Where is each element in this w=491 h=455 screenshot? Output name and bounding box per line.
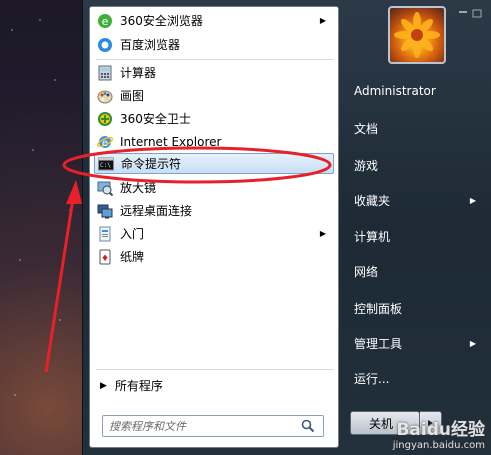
getting-started-icon bbox=[99, 226, 111, 241]
submenu-arrow-icon: ▶ bbox=[469, 196, 476, 205]
program-label: 放大镜 bbox=[120, 181, 157, 195]
ie-icon: e bbox=[97, 135, 113, 149]
program-getting-started[interactable]: 入门 ▶ bbox=[94, 223, 334, 244]
right-item-label: 网络 bbox=[354, 265, 379, 279]
flower-icon bbox=[394, 12, 440, 58]
svg-text:C:\: C:\ bbox=[100, 162, 111, 169]
search-input[interactable] bbox=[103, 418, 301, 434]
annotation-arrowhead bbox=[66, 180, 82, 204]
svg-text:e: e bbox=[102, 138, 108, 149]
menu-item-run[interactable]: 运行... bbox=[354, 370, 482, 387]
user-avatar[interactable] bbox=[388, 6, 446, 64]
calculator-icon bbox=[98, 65, 112, 80]
right-item-label: 控制面板 bbox=[354, 302, 403, 316]
right-item-label: 计算机 bbox=[354, 230, 391, 244]
programs-panel: e 360安全浏览器 ▶ 百度浏览器 计算器 画图 360安全卫士 e Inte… bbox=[89, 6, 339, 448]
menu-item-administrator[interactable]: Administrator bbox=[354, 84, 482, 98]
program-internet-explorer[interactable]: e Internet Explorer bbox=[94, 131, 334, 152]
program-label: 百度浏览器 bbox=[120, 38, 181, 52]
right-item-label: 文档 bbox=[354, 122, 379, 136]
menu-item-favorites[interactable]: 收藏夹 ▶ bbox=[354, 192, 482, 209]
program-label: 计算器 bbox=[120, 66, 157, 80]
magnifier-icon bbox=[97, 181, 113, 196]
menu-item-admin-tools[interactable]: 管理工具 ▶ bbox=[354, 335, 482, 352]
program-baidu-browser[interactable]: 百度浏览器 bbox=[94, 34, 334, 55]
cmd-icon: C:\ bbox=[98, 157, 114, 170]
baidu-browser-icon bbox=[98, 37, 112, 52]
menu-item-documents[interactable]: 文档 bbox=[354, 120, 482, 137]
menu-item-control-panel[interactable]: 控制面板 bbox=[354, 300, 482, 317]
remote-desktop-icon bbox=[97, 204, 113, 218]
right-item-label: 收藏夹 bbox=[354, 194, 391, 208]
separator bbox=[96, 369, 334, 370]
program-label: 360安全浏览器 bbox=[120, 14, 203, 28]
program-360-safe[interactable]: 360安全卫士 bbox=[94, 108, 334, 129]
program-label: 命令提示符 bbox=[121, 157, 182, 171]
solitaire-icon: ♦ bbox=[99, 249, 111, 264]
svg-text:♦: ♦ bbox=[101, 254, 109, 264]
submenu-arrow-icon: ▶ bbox=[319, 229, 326, 238]
program-remote-desktop[interactable]: 远程桌面连接 bbox=[94, 200, 334, 221]
watermark: Baidu经验 jingyan.baidu.com bbox=[393, 415, 485, 451]
watermark-url: jingyan.baidu.com bbox=[392, 440, 485, 451]
paint-icon bbox=[97, 90, 113, 103]
program-label: 入门 bbox=[120, 227, 145, 241]
window-controls bbox=[455, 6, 487, 20]
program-command-prompt[interactable]: C:\ 命令提示符 bbox=[94, 153, 334, 174]
program-calculator[interactable]: 计算器 bbox=[94, 62, 334, 83]
separator bbox=[96, 59, 334, 60]
program-360-browser[interactable]: e 360安全浏览器 ▶ bbox=[94, 10, 334, 31]
program-label: 画图 bbox=[120, 89, 145, 103]
program-solitaire[interactable]: ♦ 纸牌 bbox=[94, 246, 334, 267]
program-label: Internet Explorer bbox=[120, 134, 222, 149]
play-arrow-icon: ▶ bbox=[100, 380, 107, 391]
submenu-arrow-icon: ▶ bbox=[469, 339, 476, 348]
submenu-arrow-icon: ▶ bbox=[319, 16, 326, 25]
program-label: 纸牌 bbox=[120, 250, 145, 264]
program-label: 360安全卫士 bbox=[120, 112, 191, 126]
shutdown-label: 关机 bbox=[369, 416, 394, 431]
right-item-label: 游戏 bbox=[354, 159, 379, 173]
annotation-arrow-line bbox=[44, 191, 76, 373]
program-paint[interactable]: 画图 bbox=[94, 85, 334, 106]
search-icon[interactable] bbox=[301, 419, 315, 433]
right-item-label: 管理工具 bbox=[354, 337, 403, 351]
watermark-brand: Baidu经验 bbox=[396, 420, 485, 440]
360-safe-icon bbox=[98, 111, 112, 126]
all-programs-button[interactable]: ▶ 所有程序 bbox=[100, 377, 163, 394]
menu-item-computer[interactable]: 计算机 bbox=[354, 228, 482, 245]
right-item-label: 运行... bbox=[354, 372, 390, 386]
all-programs-label: 所有程序 bbox=[114, 379, 163, 393]
program-label: 远程桌面连接 bbox=[120, 204, 193, 218]
svg-text:e: e bbox=[102, 15, 109, 28]
right-item-label: Administrator bbox=[354, 84, 436, 98]
menu-item-games[interactable]: 游戏 bbox=[354, 157, 482, 174]
program-magnifier[interactable]: 放大镜 bbox=[94, 177, 334, 198]
search-box[interactable] bbox=[102, 415, 324, 437]
menu-item-network[interactable]: 网络 bbox=[354, 263, 482, 280]
360-browser-icon: e bbox=[98, 13, 112, 28]
